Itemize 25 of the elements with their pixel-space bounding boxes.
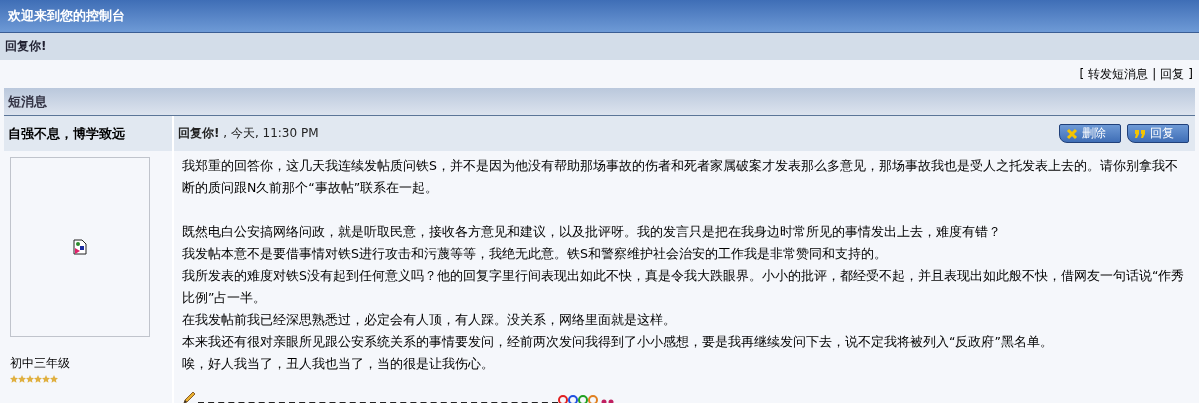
- quote-icon: [1134, 128, 1146, 139]
- separator: |: [1152, 67, 1157, 81]
- bracket: [: [1079, 67, 1085, 81]
- panel-title: 短消息: [8, 92, 47, 111]
- message-text: 唉，好人我当了，丑人我也当了，当的很是让我伤心。: [182, 355, 495, 373]
- broken-image-icon: [73, 239, 87, 255]
- logo-icon: [558, 395, 614, 403]
- reply-button[interactable]: 回复: [1127, 124, 1189, 143]
- user-rank: 初中三年级: [10, 355, 71, 372]
- message-text: 我发帖本意不是要借事情对铁S进行攻击和污蔑等等，我绝无此意。铁S和警察维护社会治安的工作我是非常赞同和支持的。: [182, 245, 888, 263]
- message-link[interactable]: 回复: [1160, 65, 1185, 83]
- pencil-icon: [182, 391, 198, 403]
- message-text: 在我发帖前我已经深思熟悉过，必定会有人顶，有人踩。没关系，网络里面就是这样。: [182, 311, 677, 329]
- delete-button[interactable]: 删除: [1059, 124, 1121, 143]
- message-text: 本来我还有很对亲眼所见跟公安系统关系的事情要发问，经前两次发问我得到了小小感想，要是我再继续发问下去，说不定我将被列入“反政府”黑名单。: [182, 333, 1054, 351]
- page-title: 欢迎来到您的控制台: [8, 7, 125, 25]
- message-text: 我所发表的难度对铁S没有起到任何意义吗？他的回复字里行间表现出如此不快，真是令我大跌眼界。小小的批评，都经受不起，并且表现出如此般不快，借网友一句话说“作秀比例”占一半。: [182, 267, 1186, 307]
- bracket: ]: [1188, 67, 1193, 81]
- message-title: 回复你! , 今天, 11:30 PM: [178, 125, 319, 142]
- message-text: 我郑重的回答你，这几天我连续发帖质问铁S，并不是因为他没有帮助那场事故的伤者和死者家属破案才发表那么多意见，那场事故我也是受人之托发表上去的。请你别拿我不断的质问跟N久前那个“事故帖”联系在一起。: [182, 157, 1179, 197]
- close-icon: [1066, 127, 1078, 140]
- message-text: 既然电白公安搞网络问政，就是听取民意，接收各方意见和建议，以及批评呀。我的发言只是把在我身边时常所见的事情发出上去，难度有错？: [182, 223, 1002, 241]
- author-name: 自强不息，博学致远: [8, 124, 125, 143]
- message-link[interactable]: 转发短消息: [1088, 65, 1149, 83]
- section-title: 回复你!: [5, 38, 47, 55]
